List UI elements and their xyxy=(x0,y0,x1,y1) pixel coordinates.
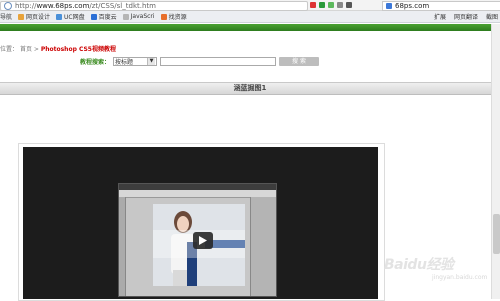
ps-panel xyxy=(250,197,276,296)
breadcrumb-current[interactable]: Photoshop CS5视频教程 xyxy=(41,46,116,53)
breadcrumb: 位置： 首页 > Photoshop CS5视频教程 xyxy=(0,44,116,53)
extension-icon[interactable] xyxy=(310,2,316,8)
bookmark-label: 找资源 xyxy=(168,14,187,21)
url-path: /zt/CSS/sl_tdkt.htm xyxy=(89,2,156,10)
breadcrumb-separator: > xyxy=(33,46,39,53)
bookmark-item[interactable]: 找资源 xyxy=(160,12,187,21)
page-icon xyxy=(4,2,12,10)
security-icon[interactable] xyxy=(328,2,334,8)
page-icon xyxy=(122,13,129,20)
baidu-icon xyxy=(90,13,97,20)
breadcrumb-home-link[interactable]: 首页 xyxy=(20,46,32,53)
bookmark-item[interactable]: JavaScri xyxy=(122,13,155,20)
search-icon xyxy=(160,13,167,20)
bookmark-item[interactable]: UC网盘 xyxy=(56,12,85,21)
url-text: http://www.68ps.com/zt/CSS/sl_tdkt.htm xyxy=(15,2,156,10)
bookmarks-bar: 导航 网页设计 UC网盘 百度云 JavaScri 找资源 扩展 网页翻译 截图 xyxy=(0,11,500,23)
bookmark-label: 百度云 xyxy=(98,14,117,21)
url-host: www.68ps.com xyxy=(36,2,90,10)
tutorial-search: 教程搜索： 按标题 ▼ 搜 索 xyxy=(80,56,320,66)
search-type-select[interactable]: 按标题 ▼ xyxy=(113,56,158,66)
bookmark-item[interactable]: 百度云 xyxy=(90,12,117,21)
bookmark-tools: 扩展 网页翻译 截图 xyxy=(434,12,498,21)
scrollbar-thumb[interactable] xyxy=(493,214,500,254)
ps-toolbox xyxy=(119,197,126,296)
address-tools xyxy=(310,1,352,9)
search-label: 教程搜索： xyxy=(80,58,111,66)
breadcrumb-prefix: 位置： xyxy=(0,46,19,53)
address-bar: http://www.68ps.com/zt/CSS/sl_tdkt.htm 6… xyxy=(0,0,500,11)
shield-icon[interactable] xyxy=(319,2,325,8)
chevron-down-icon: ▼ xyxy=(147,57,156,65)
baidu-watermark: Baidu经验 xyxy=(384,257,454,273)
url-prefix: http:// xyxy=(15,2,37,10)
folder-icon xyxy=(18,13,25,20)
search-input[interactable]: 68ps.com xyxy=(382,1,500,11)
screenshot-button[interactable]: 截图 xyxy=(486,12,498,21)
bookmark-item[interactable]: 导航 xyxy=(0,12,12,21)
bookmark-label: 网页设计 xyxy=(26,14,51,21)
search-engine-icon xyxy=(386,3,392,9)
bookmark-item[interactable]: 网页设计 xyxy=(18,12,50,21)
translate-button[interactable]: 网页翻译 xyxy=(454,12,478,21)
search-button[interactable]: 搜 索 xyxy=(279,56,320,66)
site-header-bar xyxy=(0,24,500,31)
star-icon[interactable] xyxy=(337,2,343,8)
url-input[interactable]: http://www.68ps.com/zt/CSS/sl_tdkt.htm xyxy=(0,1,308,11)
bookmark-label: 导航 xyxy=(0,14,13,21)
play-icon xyxy=(199,236,207,245)
search-text: 68ps.com xyxy=(395,2,430,10)
select-value: 按标题 xyxy=(115,58,134,66)
extensions-button[interactable]: 扩展 xyxy=(434,12,446,21)
section-title: 涵蓝掘图1 xyxy=(0,82,500,95)
play-button[interactable] xyxy=(193,232,213,249)
bookmark-label: JavaScri xyxy=(130,13,155,20)
bookmark-label: UC网盘 xyxy=(64,14,85,21)
keyword-input[interactable] xyxy=(160,56,277,66)
watermark-url: jingyan.baidu.com xyxy=(432,274,488,281)
page-scrollbar[interactable] xyxy=(491,24,500,299)
forward-icon[interactable] xyxy=(346,2,352,8)
cloud-icon xyxy=(56,13,63,20)
